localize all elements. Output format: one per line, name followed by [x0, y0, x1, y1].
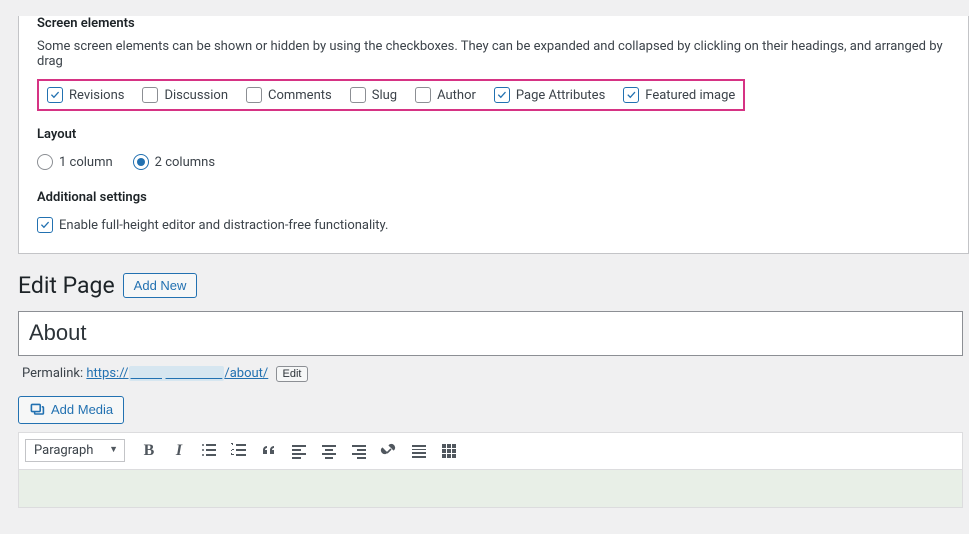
- radio-icon: [133, 154, 149, 170]
- edit-permalink-button[interactable]: Edit: [276, 366, 309, 382]
- checkbox-comments[interactable]: Comments: [246, 87, 332, 103]
- layout-heading: Layout: [37, 127, 950, 142]
- kitchen-sink-icon: [439, 441, 459, 461]
- checkbox-full-height-editor[interactable]: Enable full-height editor and distractio…: [37, 217, 388, 233]
- radio-label: 2 columns: [155, 155, 215, 170]
- checkbox-icon: [37, 217, 53, 233]
- align-center-button[interactable]: [315, 437, 343, 465]
- radio-label: 1 column: [59, 155, 113, 170]
- format-dropdown[interactable]: Paragraph: [25, 439, 125, 462]
- checkbox-icon: [350, 87, 366, 103]
- numbered-list-button[interactable]: [225, 437, 253, 465]
- checkbox-label: Page Attributes: [516, 88, 605, 103]
- insert-more-button[interactable]: [405, 437, 433, 465]
- align-center-icon: [319, 441, 339, 461]
- read-more-icon: [409, 441, 429, 461]
- checkbox-icon: [246, 87, 262, 103]
- checkbox-label: Discussion: [164, 88, 228, 103]
- editor-toolbar: Paragraph B I: [18, 432, 963, 470]
- checkbox-label: Comments: [268, 88, 332, 103]
- checkbox-icon: [47, 87, 63, 103]
- list-ul-icon: [199, 441, 219, 461]
- bold-icon: B: [144, 442, 155, 460]
- align-left-button[interactable]: [285, 437, 313, 465]
- add-media-label: Add Media: [51, 402, 113, 417]
- bold-button[interactable]: B: [135, 437, 163, 465]
- checkbox-author[interactable]: Author: [415, 87, 476, 103]
- checkbox-label: Slug: [372, 88, 397, 103]
- align-right-icon: [349, 441, 369, 461]
- checkbox-icon: [415, 87, 431, 103]
- italic-icon: I: [176, 442, 182, 460]
- link-icon: [379, 441, 399, 461]
- screen-elements-heading: Screen elements: [37, 16, 950, 31]
- checkbox-featured-image[interactable]: Featured image: [623, 87, 735, 103]
- page-title: Edit Page: [18, 272, 115, 299]
- checkbox-label: Revisions: [69, 88, 124, 103]
- checkbox-label: Author: [437, 88, 476, 103]
- screen-options-panel: Screen elements Some screen elements can…: [18, 16, 969, 254]
- editor-content-area[interactable]: [18, 470, 963, 508]
- add-new-button[interactable]: Add New: [123, 273, 198, 298]
- align-right-button[interactable]: [345, 437, 373, 465]
- insert-link-button[interactable]: [375, 437, 403, 465]
- bulleted-list-button[interactable]: [195, 437, 223, 465]
- checkbox-page-attributes[interactable]: Page Attributes: [494, 87, 605, 103]
- checkbox-revisions[interactable]: Revisions: [47, 87, 124, 103]
- checkbox-icon: [142, 87, 158, 103]
- quote-icon: [259, 441, 279, 461]
- radio-2-columns[interactable]: 2 columns: [133, 154, 215, 170]
- checkbox-slug[interactable]: Slug: [350, 87, 397, 103]
- align-left-icon: [289, 441, 309, 461]
- layout-radio-row: 1 column 2 columns: [37, 150, 950, 174]
- radio-1-column[interactable]: 1 column: [37, 154, 113, 170]
- additional-settings-heading: Additional settings: [37, 190, 950, 205]
- toolbar-toggle-button[interactable]: [435, 437, 463, 465]
- permalink-row: Permalink: https://example-hidden/about/…: [22, 366, 969, 382]
- permalink-label: Permalink:: [22, 366, 83, 381]
- add-media-button[interactable]: Add Media: [18, 396, 124, 424]
- checkbox-icon: [494, 87, 510, 103]
- post-title-input[interactable]: [18, 311, 963, 356]
- list-ol-icon: [229, 441, 249, 461]
- checkbox-label: Enable full-height editor and distractio…: [59, 218, 388, 233]
- checkbox-icon: [623, 87, 639, 103]
- blockquote-button[interactable]: [255, 437, 283, 465]
- checkbox-discussion[interactable]: Discussion: [142, 87, 228, 103]
- screen-elements-checkbox-row: Revisions Discussion Comments Slug Autho…: [37, 79, 745, 111]
- media-icon: [29, 402, 45, 418]
- editor-main: Edit Page Add New Permalink: https://exa…: [0, 254, 969, 508]
- italic-button[interactable]: I: [165, 437, 193, 465]
- radio-icon: [37, 154, 53, 170]
- screen-elements-intro: Some screen elements can be shown or hid…: [37, 39, 950, 69]
- checkbox-label: Featured image: [645, 88, 735, 103]
- permalink-link[interactable]: https://example-hidden/about/: [86, 366, 268, 381]
